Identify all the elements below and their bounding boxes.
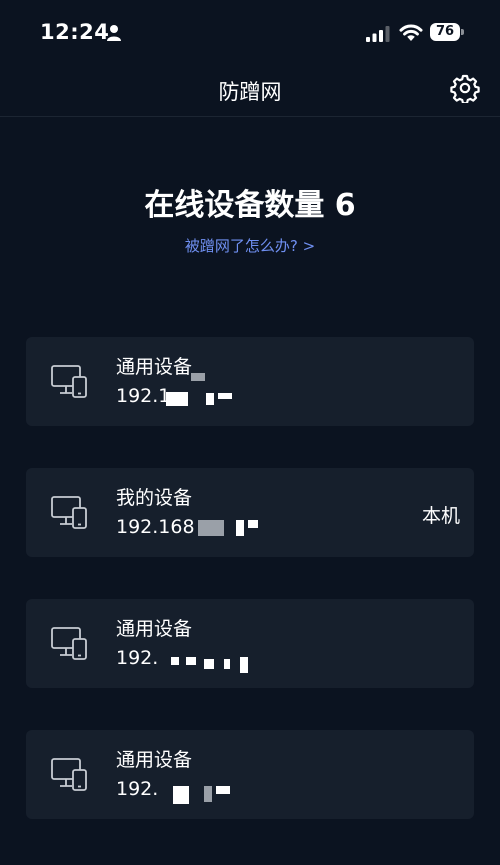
signal-icon (366, 26, 390, 42)
gear-icon[interactable] (450, 73, 480, 103)
redaction-block (166, 392, 188, 406)
page-title: 防蹭网 (218, 80, 282, 104)
devices-icon (51, 496, 87, 529)
redaction-block (206, 393, 214, 405)
device-name: 我的设备 (116, 487, 193, 509)
help-link[interactable]: 被蹭网了怎么办? > (0, 235, 500, 256)
device-name: 通用设备 (116, 618, 193, 640)
redaction-block (198, 520, 224, 536)
device-card[interactable]: 通用设备 192.1 (26, 337, 474, 426)
device-card[interactable]: 我的设备 192.168 本机 (26, 468, 474, 557)
person-icon (107, 25, 121, 41)
device-card[interactable]: 通用设备 192. (26, 730, 474, 819)
redaction-block (186, 657, 196, 665)
online-device-count: 在线设备数量 6 (144, 188, 356, 223)
device-name: 通用设备 (116, 749, 193, 771)
redaction-block (248, 520, 258, 528)
redaction-block (204, 659, 214, 669)
wifi-icon (399, 24, 423, 41)
device-card[interactable]: 通用设备 192. (26, 599, 474, 688)
redaction-block (240, 657, 248, 673)
status-time: 12:24 (40, 20, 110, 44)
device-ip: 192.1 (116, 385, 171, 407)
battery-tip (461, 29, 464, 35)
devices-icon (51, 758, 87, 791)
redaction-block (204, 786, 212, 802)
device-ip: 192. (116, 647, 159, 669)
device-ip: 192.168 (116, 516, 195, 538)
nav-bar: 防蹭网 (0, 64, 500, 117)
devices-icon (51, 627, 87, 660)
redaction-block (218, 393, 232, 399)
battery-level: 76 (430, 23, 460, 41)
redaction-block (224, 659, 230, 669)
devices-icon (51, 365, 87, 398)
redaction-block (171, 657, 179, 665)
device-ip: 192. (116, 778, 159, 800)
redaction-block (173, 786, 189, 804)
device-name: 通用设备 (116, 356, 193, 378)
battery-indicator: 76 (430, 23, 464, 41)
redaction-block (236, 520, 244, 536)
status-bar: 12:24 76 (0, 0, 500, 64)
redaction-block (191, 373, 205, 381)
screen: 12:24 76 防蹭网 在线设备数量 6 被蹭网了怎么办? > 通用设备 19… (0, 0, 500, 865)
redaction-block (216, 786, 230, 794)
this-device-tag: 本机 (421, 505, 460, 527)
